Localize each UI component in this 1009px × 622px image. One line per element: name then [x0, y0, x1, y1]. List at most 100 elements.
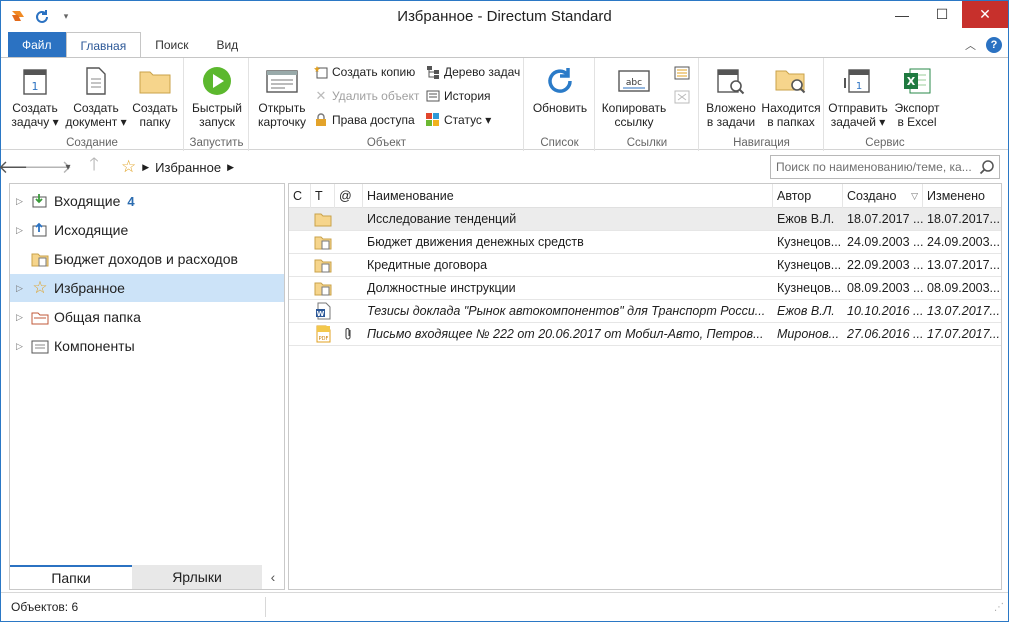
- table-row[interactable]: Должностные инструкции Кузнецов... 08.09.2…: [289, 277, 1001, 300]
- table-row[interactable]: W Тезисы доклада "Рынок автокомпонентов" …: [289, 300, 1001, 323]
- open-card-button[interactable]: Открыть карточку: [254, 64, 310, 129]
- qat-customize-icon[interactable]: ▾: [57, 8, 75, 26]
- tab-file[interactable]: Файл: [8, 32, 66, 57]
- up-button[interactable]: 🡑: [81, 154, 107, 179]
- quick-launch-button[interactable]: Быстрый запуск: [188, 64, 246, 129]
- tree-item-shared-folder[interactable]: ▷ Общая папка: [10, 303, 284, 331]
- tab-folders[interactable]: Папки: [10, 565, 132, 589]
- folder-doc-icon: [311, 277, 335, 299]
- group-links: abc Копировать ссылку Ссылки: [596, 58, 699, 151]
- expand-icon[interactable]: ▷: [16, 196, 30, 207]
- tree-item-budget[interactable]: Бюджет доходов и расходов: [10, 245, 284, 273]
- task-tree-button[interactable]: Дерево задач: [426, 65, 520, 79]
- expand-icon[interactable]: ▷: [16, 283, 30, 294]
- column-header-name[interactable]: Наименование: [363, 184, 773, 208]
- link-card-icon: abc: [617, 64, 651, 98]
- export-excel-button[interactable]: X Экспорт в Excel: [889, 64, 945, 129]
- app-window: ▾ Избранное - Directum Standard — ☐ ✕ Фа…: [0, 0, 1009, 622]
- state-cell: [289, 323, 311, 345]
- tab-shortcuts[interactable]: Ярлыки: [132, 565, 262, 589]
- table-row[interactable]: Исследование тенденций Ежов В.Л. 18.07.201…: [289, 208, 1001, 231]
- created-cell: 24.09.2003 ...: [847, 235, 923, 249]
- folder-tree-pane: ▷ Входящие 4 ▷ Исходящие Бюджет доходов …: [9, 183, 285, 590]
- link-list-icon[interactable]: [674, 66, 690, 83]
- create-folder-button[interactable]: Создать папку: [129, 64, 181, 129]
- close-button[interactable]: ✕: [962, 1, 1008, 28]
- expand-icon[interactable]: ▷: [16, 225, 30, 236]
- name-cell: Бюджет движения денежных средств: [367, 235, 584, 249]
- pdf-doc-icon: PDF: [311, 323, 335, 345]
- column-header-created[interactable]: Создано ▽: [843, 184, 923, 208]
- in-folders-button[interactable]: Находится в папках: [760, 64, 822, 129]
- name-cell: Кредитные договора: [367, 258, 488, 272]
- refresh-button[interactable]: Обновить: [530, 64, 590, 115]
- table-row[interactable]: Бюджет движения денежных средств Кузнецов…: [289, 231, 1001, 254]
- tab-home[interactable]: Главная: [65, 32, 142, 58]
- task-search-icon: [714, 64, 748, 98]
- search-icon[interactable]: [979, 159, 995, 178]
- tree-item-components[interactable]: ▷ Компоненты: [10, 332, 284, 360]
- column-header-author[interactable]: Автор: [773, 184, 843, 208]
- author-cell: Кузнецов...: [777, 281, 842, 295]
- modified-cell: 13.07.2017...: [927, 304, 1000, 318]
- object-count: Объектов: 6: [1, 597, 266, 617]
- history-dropdown-icon[interactable]: ▾: [61, 155, 75, 179]
- access-rights-button[interactable]: Права доступа: [314, 113, 415, 127]
- group-launch: Быстрый запуск Запустить: [185, 58, 249, 151]
- tree-item-favorites[interactable]: ▷ ☆ Избранное: [10, 274, 284, 302]
- tab-search[interactable]: Поиск: [141, 32, 202, 57]
- modified-cell: 24.09.2003...: [927, 235, 1000, 249]
- svg-text:1: 1: [32, 80, 39, 93]
- link-remove-icon[interactable]: [674, 90, 690, 107]
- breadcrumb-separator-icon[interactable]: ▶: [227, 162, 234, 173]
- column-header-type[interactable]: Т: [311, 184, 335, 208]
- name-cell: Тезисы доклада "Рынок автокомпонентов" д…: [367, 304, 766, 318]
- status-bar: Объектов: 6 ⋰: [1, 592, 1008, 621]
- nested-in-tasks-button[interactable]: Вложено в задачи: [702, 64, 760, 129]
- status-button[interactable]: Статус ▾: [426, 113, 491, 127]
- help-icon[interactable]: ?: [986, 36, 1002, 53]
- play-icon: [200, 64, 234, 98]
- state-cell: [289, 277, 311, 299]
- breadcrumb-separator-icon[interactable]: ▶: [142, 162, 149, 173]
- forward-button[interactable]: 🡒: [24, 155, 72, 179]
- collapse-pane-icon[interactable]: ‹: [262, 565, 284, 589]
- send-task-button[interactable]: 1 Отправить задачей ▾: [827, 64, 889, 129]
- created-cell: 10.10.2016 ...: [847, 304, 923, 318]
- search-input[interactable]: Поиск по наименованию/теме, ка...: [770, 155, 1000, 179]
- create-document-button[interactable]: Создать документ ▾: [65, 64, 127, 129]
- copy-link-button[interactable]: abc Копировать ссылку: [599, 64, 669, 129]
- resize-grip-icon[interactable]: ⋰: [994, 602, 1004, 613]
- column-header-state[interactable]: С: [289, 184, 311, 208]
- expand-icon[interactable]: ▷: [16, 312, 30, 323]
- tree-item-inbox[interactable]: ▷ Входящие 4: [10, 187, 284, 215]
- create-copy-button[interactable]: Создать копию: [314, 65, 415, 79]
- created-cell: 08.09.2003 ...: [847, 281, 923, 295]
- word-doc-icon: W: [311, 300, 335, 322]
- folder-icon: [138, 64, 172, 98]
- expand-icon[interactable]: ▷: [16, 341, 30, 352]
- delete-object-button[interactable]: ✕ Удалить объект: [314, 88, 420, 103]
- create-task-button[interactable]: 1 Создать задачу ▾: [7, 64, 63, 129]
- column-header-modified[interactable]: Изменено: [923, 184, 1001, 208]
- minimize-button[interactable]: —: [882, 1, 922, 28]
- history-button[interactable]: История: [426, 89, 491, 103]
- table-header: С Т @ Наименование Автор Создано ▽ Измен…: [289, 184, 1001, 208]
- modified-cell: 08.09.2003...: [927, 281, 1000, 295]
- refresh-icon[interactable]: [33, 8, 51, 26]
- table-row[interactable]: Кредитные договора Кузнецов... 22.09.2003 …: [289, 254, 1001, 277]
- state-cell: [289, 300, 311, 322]
- name-cell: Должностные инструкции: [367, 281, 516, 295]
- collapse-ribbon-icon[interactable]: ︿: [965, 37, 976, 53]
- group-object: Открыть карточку Создать копию ✕ Удалить…: [250, 58, 524, 151]
- tree-item-outbox[interactable]: ▷ Исходящие: [10, 216, 284, 244]
- breadcrumb-item[interactable]: Избранное: [155, 160, 221, 175]
- svg-text:PDF: PDF: [319, 336, 329, 342]
- maximize-button[interactable]: ☐: [922, 1, 962, 28]
- app-logo-icon[interactable]: [9, 8, 27, 26]
- column-header-attachment[interactable]: @: [335, 184, 363, 208]
- attachment-cell: [335, 277, 363, 299]
- table-row[interactable]: PDF Письмо входящее № 222 от 20.06.2017 о…: [289, 323, 1001, 346]
- star-icon[interactable]: ☆: [121, 157, 136, 177]
- tab-view[interactable]: Вид: [202, 32, 252, 57]
